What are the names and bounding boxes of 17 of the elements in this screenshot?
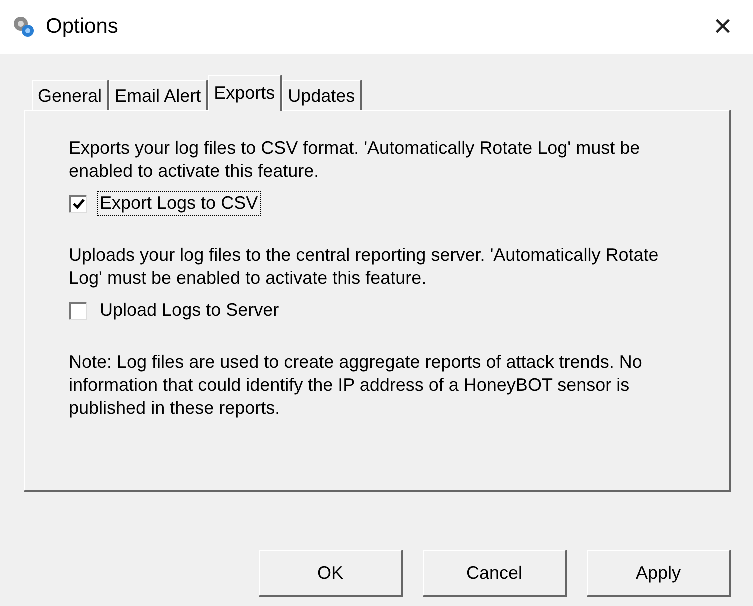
gears-icon [12, 15, 36, 39]
tab[interactable]: General [32, 80, 110, 110]
tab[interactable]: Email Alert [109, 80, 208, 110]
checkbox[interactable] [69, 194, 87, 212]
dialog-button[interactable]: Cancel [423, 550, 567, 597]
description-text: Uploads your log files to the central reporting server. 'Automatically Rotate Log' must be enabled to activate this feature. [69, 244, 660, 290]
close-button[interactable]: ✕ [704, 13, 741, 41]
checkbox-label[interactable]: Export Logs to CSV [97, 191, 262, 216]
description-text: Exports your log files to CSV format. 'Automatically Rotate Log' must be enabled to activate this feature. [69, 137, 642, 183]
tab[interactable]: Exports [208, 75, 282, 111]
dialog-button[interactable]: Apply [587, 550, 731, 597]
tab[interactable]: Updates [282, 80, 362, 110]
window-title: Options [46, 15, 120, 39]
note-text: Note: Log files are used to create aggregate reports of attack trends. No information that could identify the IP address of a HoneyBOT sensor is published in these reports. [69, 351, 644, 420]
checkbox-label[interactable]: Upload Logs to Server [97, 298, 282, 323]
dialog-button[interactable]: OK [259, 550, 403, 597]
checkbox[interactable] [69, 302, 87, 320]
